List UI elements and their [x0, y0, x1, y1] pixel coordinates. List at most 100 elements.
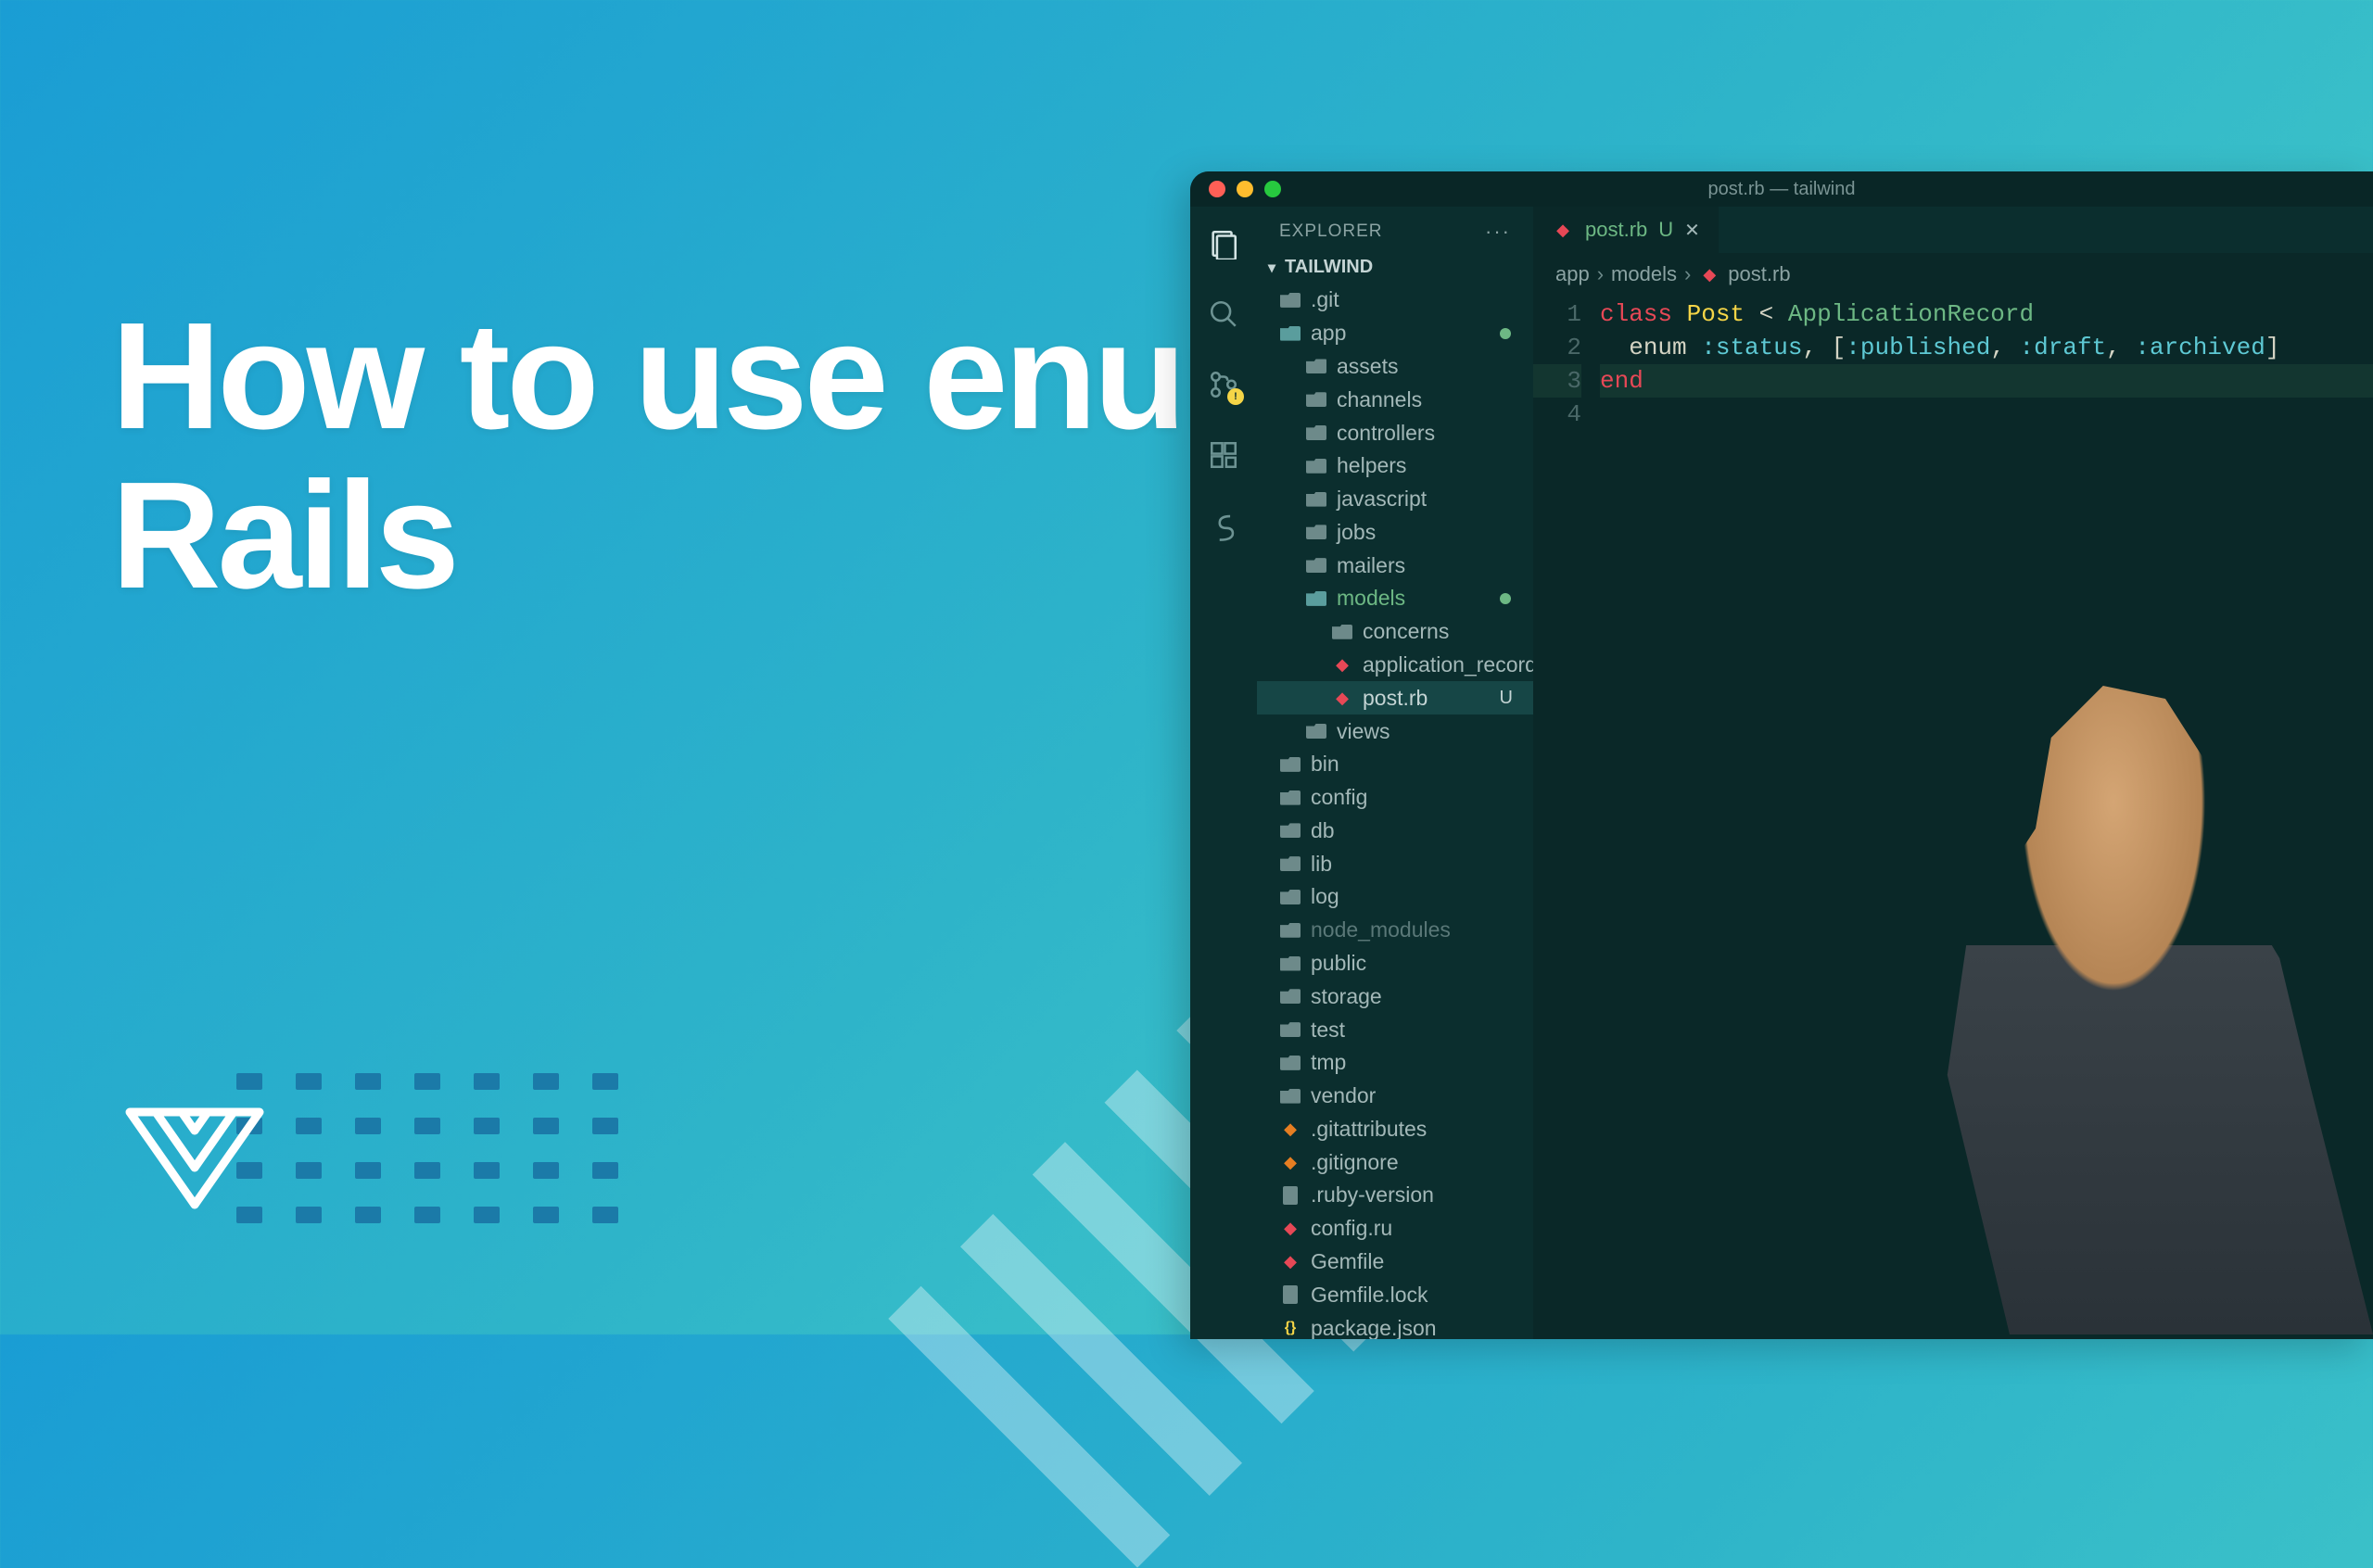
- tree-item-db[interactable]: db: [1257, 815, 1533, 848]
- tree-item-label: package.json: [1311, 1316, 1437, 1339]
- folder-icon: [1279, 1019, 1301, 1040]
- tree-item--git[interactable]: .git: [1257, 284, 1533, 317]
- ruby-file-icon: [1698, 264, 1720, 285]
- tree-item-log[interactable]: log: [1257, 880, 1533, 914]
- tree-item-mailers[interactable]: mailers: [1257, 549, 1533, 582]
- explorer-title: EXPLORER: [1279, 221, 1382, 242]
- tree-item-node-modules[interactable]: node_modules: [1257, 914, 1533, 947]
- explorer-sidebar: EXPLORER ··· TAILWIND .git app assets chann…: [1257, 207, 1533, 1339]
- config-icon: [1279, 1152, 1301, 1172]
- tree-item--gitattributes[interactable]: .gitattributes: [1257, 1113, 1533, 1146]
- source-control-icon[interactable]: !: [1205, 366, 1242, 403]
- file-tree: .git app assets channelscontrollershelpers j…: [1257, 284, 1533, 1339]
- modified-indicator: [1500, 328, 1511, 339]
- tree-item-label: models: [1337, 586, 1405, 611]
- folder-icon: [1279, 920, 1301, 941]
- tree-item-label: test: [1311, 1018, 1345, 1043]
- tree-item-gemfile[interactable]: Gemfile: [1257, 1246, 1533, 1279]
- tree-item-jobs[interactable]: jobs: [1257, 515, 1533, 549]
- folder-icon: [1279, 1086, 1301, 1106]
- tree-item-package-json[interactable]: package.json: [1257, 1311, 1533, 1339]
- supermaven-icon[interactable]: [1205, 507, 1242, 544]
- search-icon[interactable]: [1205, 296, 1242, 333]
- explorer-header: EXPLORER ···: [1257, 207, 1533, 251]
- close-tab-button[interactable]: ✕: [1684, 219, 1700, 242]
- breadcrumb[interactable]: app › models › post.rb: [1533, 253, 2373, 296]
- tree-item-label: .ruby-version: [1311, 1182, 1434, 1208]
- tree-item-label: assets: [1337, 354, 1398, 379]
- chevron-right-icon: ›: [1684, 262, 1691, 286]
- tree-item-application-record-rb[interactable]: application_record.rb: [1257, 649, 1533, 682]
- tree-item-label: config: [1311, 785, 1367, 810]
- tree-item-label: tmp: [1311, 1050, 1346, 1075]
- tab-filename: post.rb: [1585, 218, 1647, 242]
- window-controls: [1209, 181, 1281, 197]
- tree-item-helpers[interactable]: helpers: [1257, 449, 1533, 483]
- project-header[interactable]: TAILWIND: [1257, 251, 1533, 284]
- tree-item-vendor[interactable]: vendor: [1257, 1080, 1533, 1113]
- tab-post-rb[interactable]: post.rb U ✕: [1533, 207, 1719, 253]
- close-window-button[interactable]: [1209, 181, 1225, 197]
- tree-item-label: mailers: [1337, 553, 1405, 578]
- folder-icon: [1279, 986, 1301, 1006]
- json-icon: [1279, 1318, 1301, 1338]
- tree-item-label: app: [1311, 321, 1346, 346]
- maximize-window-button[interactable]: [1264, 181, 1281, 197]
- tree-item-label: concerns: [1363, 619, 1449, 644]
- breadcrumb-file: post.rb: [1728, 262, 1790, 286]
- tree-item-channels[interactable]: channels: [1257, 383, 1533, 416]
- tree-item-config-ru[interactable]: config.ru: [1257, 1212, 1533, 1246]
- breadcrumb-models: models: [1611, 262, 1677, 286]
- tree-item-lib[interactable]: lib: [1257, 847, 1533, 880]
- tree-item-models[interactable]: models: [1257, 582, 1533, 615]
- tree-item-config[interactable]: config: [1257, 781, 1533, 815]
- breadcrumb-app: app: [1555, 262, 1590, 286]
- tree-item--ruby-version[interactable]: .ruby-version: [1257, 1179, 1533, 1212]
- minimize-window-button[interactable]: [1237, 181, 1253, 197]
- explorer-icon[interactable]: [1205, 225, 1242, 262]
- tree-item-tmp[interactable]: tmp: [1257, 1046, 1533, 1080]
- folder-icon: [1279, 887, 1301, 907]
- tree-item-label: .git: [1311, 287, 1339, 312]
- folder-open-icon: [1279, 323, 1301, 344]
- tree-item-bin[interactable]: bin: [1257, 748, 1533, 781]
- folder-icon: [1279, 290, 1301, 310]
- tree-item-label: node_modules: [1311, 917, 1451, 942]
- tree-item-app[interactable]: app: [1257, 317, 1533, 350]
- extensions-icon[interactable]: [1205, 436, 1242, 474]
- generic-icon: [1279, 1284, 1301, 1305]
- tree-item-post-rb[interactable]: post.rbU: [1257, 681, 1533, 714]
- tree-item-test[interactable]: test: [1257, 1013, 1533, 1046]
- folder-icon: [1279, 754, 1301, 775]
- tree-item-label: config.ru: [1311, 1216, 1392, 1241]
- folder-icon: [1305, 721, 1327, 741]
- tree-item-storage[interactable]: storage: [1257, 980, 1533, 1013]
- line-numbers: 1 2 3 4: [1533, 297, 1600, 1339]
- tree-item-label: bin: [1311, 752, 1339, 777]
- tree-item-label: application_record.rb: [1363, 652, 1533, 677]
- tree-item-gemfile-lock[interactable]: Gemfile.lock: [1257, 1278, 1533, 1311]
- folder-icon: [1305, 489, 1327, 510]
- tree-item-controllers[interactable]: controllers: [1257, 416, 1533, 449]
- folder-icon: [1305, 389, 1327, 410]
- tree-item-javascript[interactable]: javascript: [1257, 483, 1533, 516]
- activity-bar: !: [1190, 207, 1257, 1339]
- folder-icon: [1279, 788, 1301, 808]
- tree-item-label: javascript: [1337, 487, 1427, 512]
- tree-item--gitignore[interactable]: .gitignore: [1257, 1145, 1533, 1179]
- tree-item-views[interactable]: views: [1257, 714, 1533, 748]
- folder-icon: [1305, 555, 1327, 575]
- folder-icon: [1305, 356, 1327, 376]
- modified-indicator: [1500, 593, 1511, 604]
- tree-item-label: Gemfile.lock: [1311, 1283, 1428, 1308]
- file-status-badge: U: [1500, 688, 1513, 709]
- tree-item-assets[interactable]: assets: [1257, 350, 1533, 384]
- tree-item-public[interactable]: public: [1257, 947, 1533, 980]
- config-icon: [1279, 1119, 1301, 1139]
- more-actions-icon[interactable]: ···: [1485, 220, 1511, 244]
- titlebar: post.rb — tailwind: [1190, 171, 2373, 207]
- tree-item-label: storage: [1311, 984, 1382, 1009]
- tree-item-concerns[interactable]: concerns: [1257, 615, 1533, 649]
- tree-item-label: lib: [1311, 852, 1332, 877]
- tree-item-label: .gitignore: [1311, 1150, 1399, 1175]
